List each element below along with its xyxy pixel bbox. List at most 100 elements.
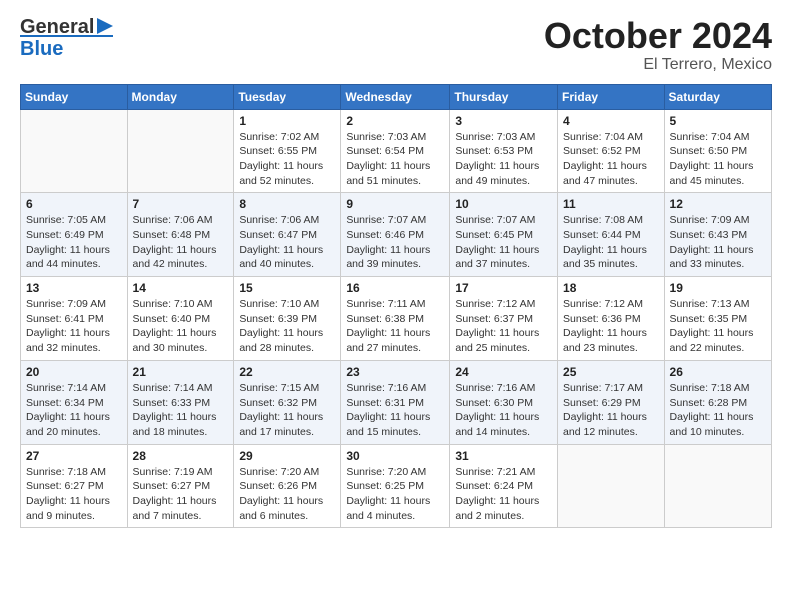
day-number: 18 [563,281,659,295]
day-info: Sunrise: 7:04 AMSunset: 6:52 PMDaylight:… [563,130,659,189]
calendar-header-tuesday: Tuesday [234,84,341,109]
day-info: Sunrise: 7:06 AMSunset: 6:47 PMDaylight:… [239,213,335,272]
calendar-day-cell: 31 Sunrise: 7:21 AMSunset: 6:24 PMDayligh… [450,444,558,528]
day-number: 29 [239,449,335,463]
day-info: Sunrise: 7:12 AMSunset: 6:36 PMDaylight:… [563,297,659,356]
calendar-day-cell [664,444,771,528]
day-info: Sunrise: 7:02 AMSunset: 6:55 PMDaylight:… [239,130,335,189]
calendar-day-cell: 6 Sunrise: 7:05 AMSunset: 6:49 PMDaylight… [21,193,128,277]
day-info: Sunrise: 7:10 AMSunset: 6:39 PMDaylight:… [239,297,335,356]
calendar-day-cell: 2 Sunrise: 7:03 AMSunset: 6:54 PMDaylight… [341,109,450,193]
calendar-day-cell: 30 Sunrise: 7:20 AMSunset: 6:25 PMDayligh… [341,444,450,528]
day-info: Sunrise: 7:18 AMSunset: 6:28 PMDaylight:… [670,381,766,440]
calendar-day-cell: 23Sunrise: 7:16 AMSunset: 6:31 PMDayligh… [341,360,450,444]
day-info: Sunrise: 7:05 AMSunset: 6:49 PMDaylight:… [26,213,122,272]
day-info: Sunrise: 7:15 AMSunset: 6:32 PMDaylight:… [239,381,335,440]
calendar-day-cell: 12Sunrise: 7:09 AMSunset: 6:43 PMDayligh… [664,193,771,277]
location-subtitle: El Terrero, Mexico [544,56,772,74]
day-number: 25 [563,365,659,379]
calendar-day-cell [127,109,234,193]
calendar-day-cell: 5Sunrise: 7:04 AMSunset: 6:50 PMDaylight… [664,109,771,193]
calendar-day-cell: 24Sunrise: 7:16 AMSunset: 6:30 PMDayligh… [450,360,558,444]
day-number: 7 [133,197,229,211]
calendar-day-cell: 14 Sunrise: 7:10 AMSunset: 6:40 PMDayligh… [127,277,234,361]
day-info: Sunrise: 7:03 AMSunset: 6:53 PMDaylight:… [455,130,552,189]
day-number: 28 [133,449,229,463]
calendar-week-row: 1Sunrise: 7:02 AMSunset: 6:55 PMDaylight… [21,109,772,193]
day-info: Sunrise: 7:06 AMSunset: 6:48 PMDaylight:… [133,213,229,272]
calendar-day-cell: 1Sunrise: 7:02 AMSunset: 6:55 PMDaylight… [234,109,341,193]
calendar-page: General Blue October 2024 El Terrero, Me… [0,0,792,544]
day-info: Sunrise: 7:03 AMSunset: 6:54 PMDaylight:… [346,130,444,189]
calendar-day-cell: 19Sunrise: 7:13 AMSunset: 6:35 PMDayligh… [664,277,771,361]
calendar-day-cell: 9 Sunrise: 7:07 AMSunset: 6:46 PMDaylight… [341,193,450,277]
day-number: 2 [346,114,444,128]
calendar-day-cell: 7 Sunrise: 7:06 AMSunset: 6:48 PMDaylight… [127,193,234,277]
calendar-day-cell: 29 Sunrise: 7:20 AMSunset: 6:26 PMDayligh… [234,444,341,528]
calendar-day-cell: 25 Sunrise: 7:17 AMSunset: 6:29 PMDayligh… [558,360,665,444]
day-info: Sunrise: 7:07 AMSunset: 6:46 PMDaylight:… [346,213,444,272]
calendar-day-cell: 11Sunrise: 7:08 AMSunset: 6:44 PMDayligh… [558,193,665,277]
calendar-week-row: 27Sunrise: 7:18 AMSunset: 6:27 PMDayligh… [21,444,772,528]
calendar-day-cell: 28Sunrise: 7:19 AMSunset: 6:27 PMDayligh… [127,444,234,528]
calendar-day-cell: 15 Sunrise: 7:10 AMSunset: 6:39 PMDayligh… [234,277,341,361]
calendar-header-saturday: Saturday [664,84,771,109]
calendar-day-cell: 8 Sunrise: 7:06 AMSunset: 6:47 PMDaylight… [234,193,341,277]
day-number: 20 [26,365,122,379]
day-info: Sunrise: 7:21 AMSunset: 6:24 PMDaylight:… [455,465,552,524]
day-number: 19 [670,281,766,295]
day-number: 9 [346,197,444,211]
calendar-day-cell: 20Sunrise: 7:14 AMSunset: 6:34 PMDayligh… [21,360,128,444]
day-number: 14 [133,281,229,295]
calendar-day-cell: 10 Sunrise: 7:07 AMSunset: 6:45 PMDayligh… [450,193,558,277]
day-number: 10 [455,197,552,211]
day-number: 16 [346,281,444,295]
day-number: 30 [346,449,444,463]
calendar-day-cell: 17Sunrise: 7:12 AMSunset: 6:37 PMDayligh… [450,277,558,361]
day-number: 26 [670,365,766,379]
calendar-week-row: 13 Sunrise: 7:09 AMSunset: 6:41 PMDayligh… [21,277,772,361]
calendar-table: SundayMondayTuesdayWednesdayThursdayFrid… [20,84,772,529]
calendar-day-cell: 18 Sunrise: 7:12 AMSunset: 6:36 PMDayligh… [558,277,665,361]
calendar-week-row: 6 Sunrise: 7:05 AMSunset: 6:49 PMDaylight… [21,193,772,277]
day-number: 31 [455,449,552,463]
calendar-day-cell: 22Sunrise: 7:15 AMSunset: 6:32 PMDayligh… [234,360,341,444]
calendar-header-sunday: Sunday [21,84,128,109]
day-info: Sunrise: 7:20 AMSunset: 6:26 PMDaylight:… [239,465,335,524]
day-number: 23 [346,365,444,379]
logo-flag-icon [95,18,113,38]
day-number: 8 [239,197,335,211]
day-info: Sunrise: 7:16 AMSunset: 6:30 PMDaylight:… [455,381,552,440]
title-block: October 2024 El Terrero, Mexico [544,16,772,74]
calendar-header-monday: Monday [127,84,234,109]
day-info: Sunrise: 7:12 AMSunset: 6:37 PMDaylight:… [455,297,552,356]
day-info: Sunrise: 7:11 AMSunset: 6:38 PMDaylight:… [346,297,444,356]
day-number: 5 [670,114,766,128]
day-number: 21 [133,365,229,379]
day-info: Sunrise: 7:17 AMSunset: 6:29 PMDaylight:… [563,381,659,440]
logo-general-text: General [20,16,94,39]
day-info: Sunrise: 7:20 AMSunset: 6:25 PMDaylight:… [346,465,444,524]
calendar-week-row: 20Sunrise: 7:14 AMSunset: 6:34 PMDayligh… [21,360,772,444]
calendar-day-cell: 21Sunrise: 7:14 AMSunset: 6:33 PMDayligh… [127,360,234,444]
day-number: 15 [239,281,335,295]
calendar-day-cell: 13 Sunrise: 7:09 AMSunset: 6:41 PMDayligh… [21,277,128,361]
day-info: Sunrise: 7:07 AMSunset: 6:45 PMDaylight:… [455,213,552,272]
logo: General Blue [20,16,113,61]
day-number: 6 [26,197,122,211]
day-info: Sunrise: 7:10 AMSunset: 6:40 PMDaylight:… [133,297,229,356]
calendar-header-friday: Friday [558,84,665,109]
day-info: Sunrise: 7:18 AMSunset: 6:27 PMDaylight:… [26,465,122,524]
calendar-header-thursday: Thursday [450,84,558,109]
calendar-header-wednesday: Wednesday [341,84,450,109]
calendar-header-row: SundayMondayTuesdayWednesdayThursdayFrid… [21,84,772,109]
calendar-day-cell [558,444,665,528]
day-info: Sunrise: 7:09 AMSunset: 6:41 PMDaylight:… [26,297,122,356]
calendar-day-cell [21,109,128,193]
day-number: 13 [26,281,122,295]
day-number: 11 [563,197,659,211]
calendar-day-cell: 3Sunrise: 7:03 AMSunset: 6:53 PMDaylight… [450,109,558,193]
header: General Blue October 2024 El Terrero, Me… [20,16,772,74]
calendar-day-cell: 27Sunrise: 7:18 AMSunset: 6:27 PMDayligh… [21,444,128,528]
day-info: Sunrise: 7:09 AMSunset: 6:43 PMDaylight:… [670,213,766,272]
